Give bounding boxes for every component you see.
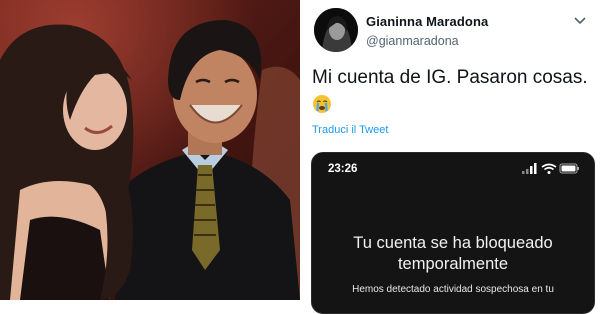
display-name[interactable]: Gianinna Maradona [366,14,488,29]
embedded-phone-screenshot: 23:26 Tu cuenta se ha bloqueado temporal [311,152,595,314]
wifi-icon [541,163,557,174]
lock-title-line-2: temporalmente [397,255,509,273]
tweet-text: Mi cuenta de IG. Pasaron cosas. [312,67,588,88]
user-handle[interactable]: @gianmaradona [366,34,459,48]
status-bar-icons [522,163,579,174]
phone-time: 23:26 [328,163,358,175]
avatar[interactable] [314,8,358,52]
lock-title: Tu cuenta se ha bloqueado temporalmente [312,233,594,275]
signal-icon [522,163,537,174]
event-photo [0,0,300,300]
lock-body: Hemos detectado actividad sospechosa en … [352,284,554,295]
translate-tweet-link[interactable]: Traduci il Tweet [312,124,388,136]
battery-icon [559,163,579,174]
lock-title-line-1: Tu cuenta se ha bloqueado [353,234,553,252]
chevron-down-icon[interactable] [572,12,588,28]
crying-face-emoji-icon [313,95,331,113]
tweet-card: Gianinna Maradona @gianmaradona Mi cuent… [304,0,600,314]
